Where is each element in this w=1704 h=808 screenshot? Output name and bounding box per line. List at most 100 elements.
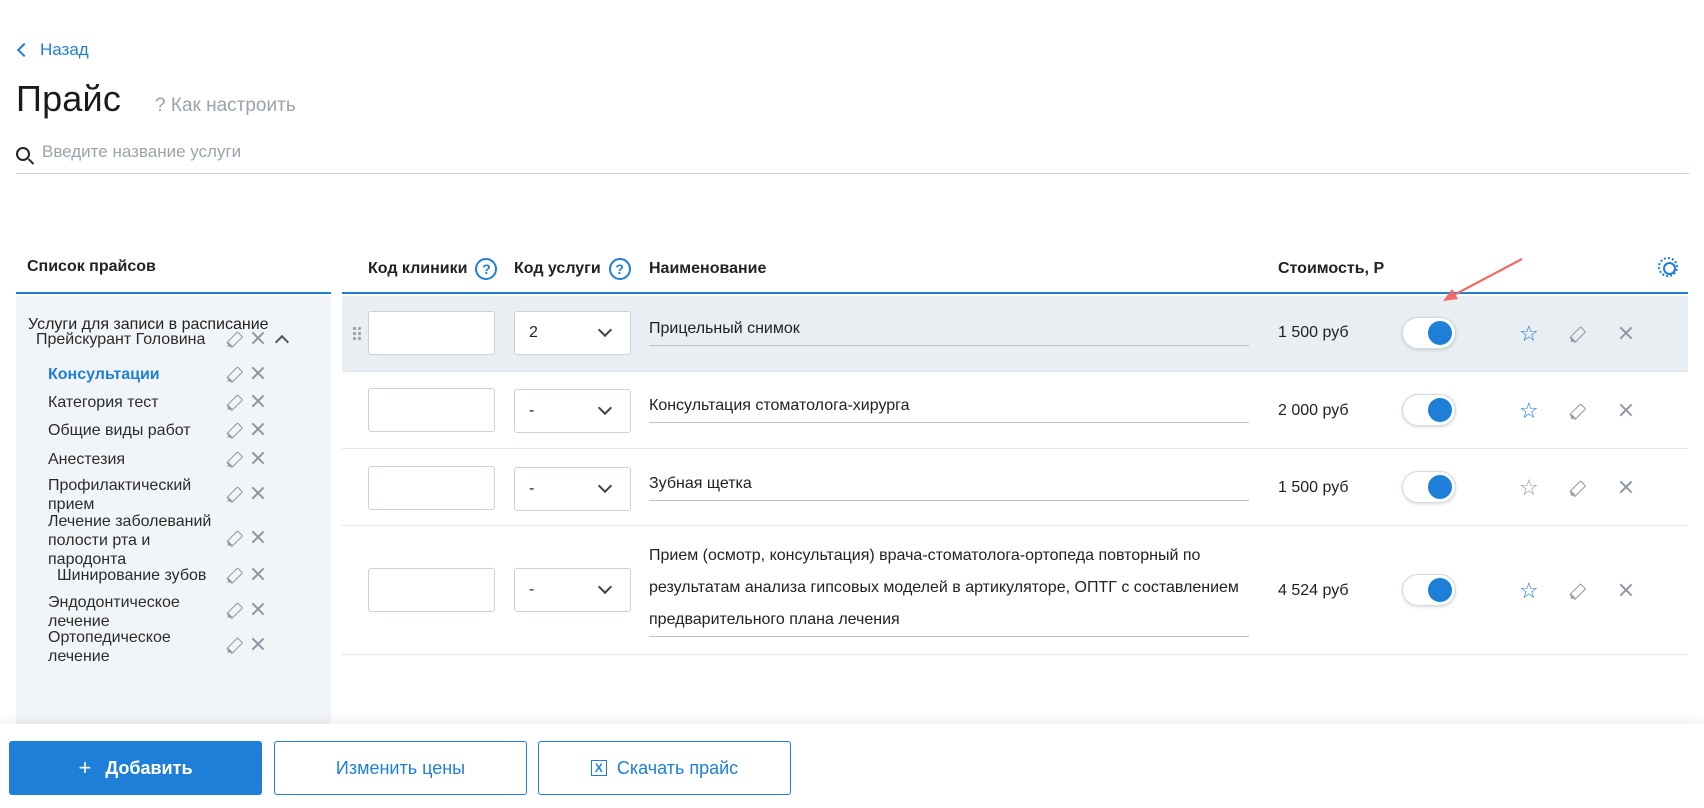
edit-icon[interactable]: [221, 597, 246, 622]
add-button-label: Добавить: [105, 757, 193, 778]
service-code-select[interactable]: 2: [514, 311, 631, 355]
service-price: 1 500 руб: [1278, 324, 1349, 341]
excel-icon: X: [590, 760, 607, 776]
edit-icon[interactable]: [1564, 321, 1589, 346]
edit-icon[interactable]: [221, 481, 246, 506]
chevron-down-icon: [597, 478, 613, 494]
close-icon[interactable]: [249, 329, 267, 347]
action-bar: + Добавить Изменить цены X Скачать прайс: [0, 724, 1704, 808]
service-code-value: 2: [529, 324, 538, 341]
page-title: Прайс: [16, 78, 122, 119]
column-service-code: Код услуги ?: [514, 258, 631, 280]
service-name: Прицельный снимок: [649, 313, 1249, 346]
change-prices-button[interactable]: Изменить цены: [274, 741, 527, 795]
sidebar-item-splinting[interactable]: Шинирование зубов: [57, 566, 206, 585]
sidebar-item-category-test[interactable]: Категория тест: [48, 393, 159, 412]
service-code-value: -: [529, 480, 535, 497]
sidebar-item-preventive[interactable]: Профилактический прием: [48, 476, 208, 514]
service-name: Прием (осмотр, консультация) врача-стома…: [649, 540, 1249, 637]
column-service-code-label: Код услуги: [514, 260, 601, 277]
search-input[interactable]: [42, 141, 1642, 162]
add-button[interactable]: + Добавить: [9, 741, 262, 795]
edit-icon[interactable]: [221, 525, 246, 550]
sidebar-item-consultations[interactable]: Консультации: [48, 365, 160, 384]
close-icon[interactable]: [249, 392, 267, 410]
sidebar-item-general-works[interactable]: Общие виды работ: [48, 421, 191, 440]
edit-icon[interactable]: [221, 632, 246, 657]
chevron-up-icon[interactable]: [274, 334, 290, 350]
service-code-select[interactable]: -: [514, 568, 631, 612]
close-icon[interactable]: [249, 484, 267, 502]
clinic-code-input[interactable]: [368, 568, 495, 612]
chevron-left-icon: [16, 42, 32, 58]
clinic-code-input[interactable]: [368, 388, 495, 432]
column-clinic-code: Код клиники ?: [368, 258, 498, 280]
edit-icon[interactable]: [1564, 475, 1589, 500]
column-price: Стоимость, Р: [1278, 260, 1385, 277]
close-icon[interactable]: [1617, 401, 1635, 419]
download-price-button[interactable]: X Скачать прайс: [538, 741, 791, 795]
plus-icon: +: [78, 755, 92, 780]
column-name: Наименование: [649, 260, 767, 277]
change-prices-label: Изменить цены: [335, 757, 466, 778]
toggle-knob: [1428, 398, 1452, 422]
service-code-value: -: [529, 402, 535, 419]
edit-icon[interactable]: [221, 361, 246, 386]
sidebar: Услуги для записи в расписание Прейскура…: [16, 296, 331, 726]
close-icon[interactable]: [249, 449, 267, 467]
toggle-knob: [1428, 321, 1452, 345]
service-code-select[interactable]: -: [514, 467, 631, 511]
gear-icon[interactable]: [1658, 257, 1678, 277]
service-price: 4 524 руб: [1278, 582, 1349, 599]
download-price-label: Скачать прайс: [616, 757, 739, 778]
star-icon[interactable]: ☆: [1519, 477, 1539, 499]
help-icon[interactable]: ?: [608, 258, 631, 280]
star-icon[interactable]: ☆: [1519, 323, 1539, 345]
enabled-toggle[interactable]: [1402, 574, 1456, 606]
close-icon[interactable]: [1617, 581, 1635, 599]
edit-icon[interactable]: [221, 446, 246, 471]
clinic-code-input[interactable]: [368, 311, 495, 355]
close-icon[interactable]: [249, 364, 267, 382]
close-icon[interactable]: [1617, 478, 1635, 496]
sidebar-item-orthopedic[interactable]: Ортопедическое лечение: [48, 628, 198, 666]
close-icon[interactable]: [249, 600, 267, 618]
star-icon[interactable]: ☆: [1519, 400, 1539, 422]
table-row: - Зубная щетка 1 500 руб ☆: [342, 449, 1688, 526]
title-row: Прайс ? Как настроить: [16, 78, 296, 120]
close-icon[interactable]: [249, 420, 267, 438]
service-price: 1 500 руб: [1278, 479, 1349, 496]
enabled-toggle[interactable]: [1402, 471, 1456, 503]
enabled-toggle[interactable]: [1402, 317, 1456, 349]
chevron-down-icon: [597, 400, 613, 416]
chevron-down-icon: [597, 322, 613, 338]
edit-icon[interactable]: [221, 389, 246, 414]
star-icon[interactable]: ☆: [1519, 580, 1539, 602]
edit-icon[interactable]: [221, 562, 246, 587]
close-icon[interactable]: [249, 528, 267, 546]
edit-icon[interactable]: [1564, 578, 1589, 603]
service-code-select[interactable]: -: [514, 389, 631, 433]
clinic-code-input[interactable]: [368, 466, 495, 510]
help-icon[interactable]: ?: [475, 258, 498, 280]
table-row: - Консультация стоматолога-хирурга 2 000…: [342, 372, 1688, 449]
search-icon: [16, 146, 30, 161]
sidebar-group-label[interactable]: Прейскурант Головина: [36, 330, 205, 349]
sidebar-header: Список прайсов: [16, 252, 331, 294]
enabled-toggle[interactable]: [1402, 394, 1456, 426]
chevron-down-icon: [597, 579, 613, 595]
edit-icon[interactable]: [1564, 398, 1589, 423]
close-icon[interactable]: [249, 565, 267, 583]
service-code-value: -: [529, 581, 535, 598]
toggle-knob: [1428, 578, 1452, 602]
howto-link[interactable]: ? Как настроить: [155, 95, 296, 117]
search-bar: [16, 140, 1689, 174]
edit-icon[interactable]: [221, 417, 246, 442]
sidebar-item-periodontal[interactable]: Лечение заболеваний полости рта и пародо…: [48, 512, 218, 569]
close-icon[interactable]: [249, 635, 267, 653]
drag-handle-icon[interactable]: [352, 326, 362, 342]
sidebar-item-anesthesia[interactable]: Анестезия: [48, 450, 125, 469]
close-icon[interactable]: [1617, 324, 1635, 342]
sidebar-item-endodontic[interactable]: Эндодонтическое лечение: [48, 593, 198, 631]
back-link[interactable]: Назад: [16, 40, 89, 60]
